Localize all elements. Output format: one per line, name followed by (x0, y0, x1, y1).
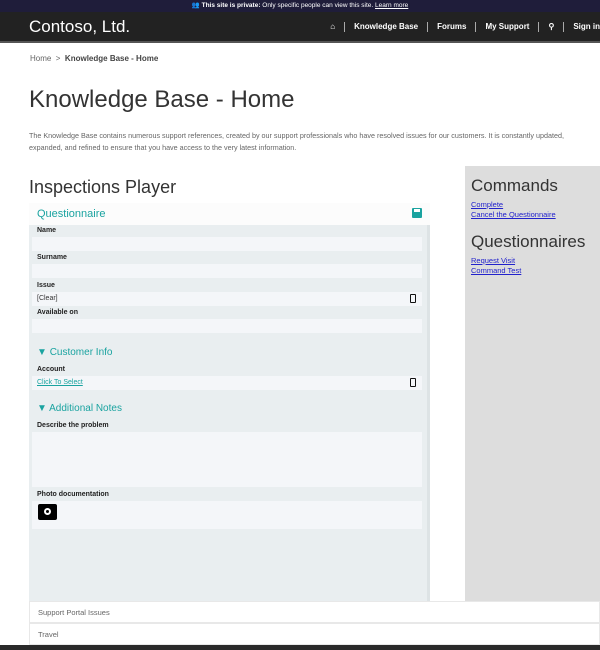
caret-down-icon: ▼ (37, 403, 47, 414)
account-label: Account (37, 366, 65, 373)
name-label: Name (37, 227, 57, 234)
request-visit-link[interactable]: Request Visit (471, 256, 600, 266)
taskbar-strip (0, 645, 600, 650)
complete-link[interactable]: Complete (471, 200, 600, 210)
issue-select[interactable]: [Clear] (32, 292, 422, 306)
describe-textarea[interactable] (32, 432, 422, 487)
breadcrumb-current: Knowledge Base - Home (64, 54, 159, 63)
nav-knowledge-base[interactable]: Knowledge Base (354, 22, 418, 31)
photo-field (32, 501, 422, 529)
breadcrumb: Home > Knowledge Base - Home (30, 54, 159, 63)
account-lookup: Click To Select (32, 376, 422, 390)
customer-info-section[interactable]: ▼ Customer Info (37, 347, 113, 358)
nav-my-support[interactable]: My Support (485, 22, 529, 31)
brand-logo[interactable]: Contoso, Ltd. (29, 17, 130, 37)
page-description: The Knowledge Base contains numerous sup… (29, 131, 564, 152)
photo-label: Photo documentation (37, 491, 109, 498)
learn-more-link[interactable]: Learn more (375, 2, 408, 9)
commands-title: Commands (471, 176, 558, 195)
commands-sidebar: Commands Complete Cancel the Questionnai… (465, 166, 600, 601)
surname-input[interactable] (32, 264, 422, 278)
questionnaire-header: Questionnaire (29, 203, 430, 225)
available-on-label: Available on (37, 309, 78, 316)
page-title: Knowledge Base - Home (29, 86, 295, 113)
list-item-travel[interactable]: Travel (29, 623, 600, 645)
save-icon[interactable] (412, 208, 422, 218)
mobile-icon[interactable] (410, 294, 416, 303)
sign-in-link[interactable]: Sign in (573, 22, 600, 31)
available-on-input[interactable] (32, 319, 422, 333)
click-to-select-link[interactable]: Click To Select (37, 379, 83, 386)
inspections-player-title: Inspections Player (29, 177, 177, 197)
camera-icon[interactable] (38, 504, 57, 520)
breadcrumb-home[interactable]: Home (30, 54, 51, 63)
people-icon: 👥 (191, 2, 202, 9)
issue-label: Issue (37, 282, 55, 289)
questionnaires-title: Questionnaires (471, 232, 586, 251)
command-test-link[interactable]: Command Test (471, 266, 600, 276)
nav-forums[interactable]: Forums (437, 22, 466, 31)
caret-down-icon: ▼ (37, 347, 47, 358)
describe-label: Describe the problem (37, 422, 109, 429)
surname-label: Surname (37, 254, 67, 261)
site-header: Contoso, Ltd. ⌂ Knowledge Base Forums My… (0, 12, 600, 43)
questionnaire-panel: Questionnaire Name Surname Issue [Clear]… (29, 203, 430, 601)
search-icon[interactable]: ⚲ (548, 22, 554, 31)
mobile-icon[interactable] (410, 378, 416, 387)
name-input[interactable] (32, 237, 422, 251)
list-item-support-portal-issues[interactable]: Support Portal Issues (29, 601, 600, 623)
additional-notes-section[interactable]: ▼ Additional Notes (37, 403, 122, 414)
private-site-notice: 👥 This site is private: Only specific pe… (0, 0, 600, 12)
main-nav: ⌂ Knowledge Base Forums My Support ⚲ Sig… (330, 12, 600, 41)
home-icon[interactable]: ⌂ (330, 22, 335, 31)
cancel-questionnaire-link[interactable]: Cancel the Questionnaire (471, 210, 600, 220)
